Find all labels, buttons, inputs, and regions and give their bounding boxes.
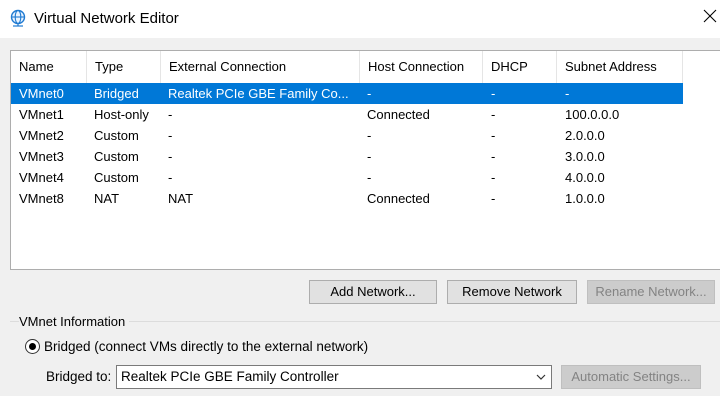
table-cell: 4.0.0.0 — [565, 170, 605, 185]
table-cell: VMnet1 — [19, 107, 64, 122]
bridged-to-select[interactable]: Realtek PCIe GBE Family Controller — [116, 365, 552, 389]
table-cell: - — [168, 149, 173, 164]
chevron-down-icon — [536, 374, 546, 380]
remove-network-button[interactable]: Remove Network — [447, 280, 577, 304]
table-cell: VMnet2 — [19, 128, 64, 143]
table-row[interactable]: VMnet2 Custom - - - 2.0.0.0 — [11, 125, 683, 146]
table-cell: 3.0.0.0 — [565, 149, 605, 164]
table-cell: VMnet4 — [19, 170, 64, 185]
column-header-dhcp[interactable]: DHCP — [483, 51, 557, 83]
network-list[interactable]: Name Type External Connection Host Conne… — [10, 50, 720, 270]
table-cell: - — [367, 170, 372, 185]
automatic-settings-button[interactable]: Automatic Settings... — [561, 365, 701, 389]
table-cell: - — [367, 86, 372, 101]
table-cell: - — [491, 170, 496, 185]
table-cell: - — [491, 107, 496, 122]
column-header-host-connection[interactable]: Host Connection — [360, 51, 483, 83]
column-header-type[interactable]: Type — [87, 51, 161, 83]
column-header-subnet-address[interactable]: Subnet Address — [557, 51, 683, 83]
title-bar: Virtual Network Editor — [0, 0, 720, 38]
table-cell: Host-only — [94, 107, 149, 122]
table-cell: NAT — [168, 191, 194, 206]
table-cell: Realtek PCIe GBE Family Co... — [168, 86, 349, 101]
bridged-radio-label[interactable]: Bridged (connect VMs directly to the ext… — [44, 339, 368, 354]
table-cell: - — [491, 128, 496, 143]
table-cell: - — [168, 107, 173, 122]
table-cell: 100.0.0.0 — [565, 107, 620, 122]
table-cell: VMnet3 — [19, 149, 64, 164]
table-cell: VMnet0 — [19, 86, 64, 101]
table-cell: - — [168, 128, 173, 143]
table-cell: Custom — [94, 149, 139, 164]
table-cell: Connected — [367, 107, 430, 122]
table-row[interactable]: VMnet0 Bridged Realtek PCIe GBE Family Co.… — [11, 83, 683, 104]
bridged-to-label: Bridged to: — [46, 369, 112, 384]
table-cell: - — [491, 191, 496, 206]
window-title: Virtual Network Editor — [34, 10, 179, 27]
table-cell: Bridged — [94, 86, 139, 101]
bridged-radio[interactable] — [25, 339, 40, 354]
table-cell: - — [168, 170, 173, 185]
close-icon[interactable] — [700, 6, 720, 26]
table-cell: Connected — [367, 191, 430, 206]
bridged-to-value: Realtek PCIe GBE Family Controller — [121, 369, 339, 384]
column-header-external-connection[interactable]: External Connection — [161, 51, 360, 83]
table-row[interactable]: VMnet1 Host-only - Connected - 100.0.0.0 — [11, 104, 683, 125]
rename-network-button[interactable]: Rename Network... — [587, 280, 715, 304]
column-header-name[interactable]: Name — [11, 51, 87, 83]
table-cell: - — [367, 128, 372, 143]
table-cell: - — [565, 86, 570, 101]
table-row[interactable]: VMnet8 NAT NAT Connected - 1.0.0.0 — [11, 188, 683, 209]
vmnet-information-label: VMnet Information — [19, 314, 130, 329]
globe-network-icon — [10, 9, 26, 27]
table-row[interactable]: VMnet3 Custom - - - 3.0.0.0 — [11, 146, 683, 167]
table-cell: VMnet8 — [19, 191, 64, 206]
table-cell: 2.0.0.0 — [565, 128, 605, 143]
table-cell: - — [491, 86, 496, 101]
table-cell: - — [367, 149, 372, 164]
table-cell: Custom — [94, 170, 139, 185]
add-network-button[interactable]: Add Network... — [309, 280, 437, 304]
list-header: Name Type External Connection Host Conne… — [11, 51, 720, 83]
table-row[interactable]: VMnet4 Custom - - - 4.0.0.0 — [11, 167, 683, 188]
table-cell: 1.0.0.0 — [565, 191, 605, 206]
table-cell: NAT — [94, 191, 120, 206]
table-cell: - — [491, 149, 496, 164]
table-cell: Custom — [94, 128, 139, 143]
